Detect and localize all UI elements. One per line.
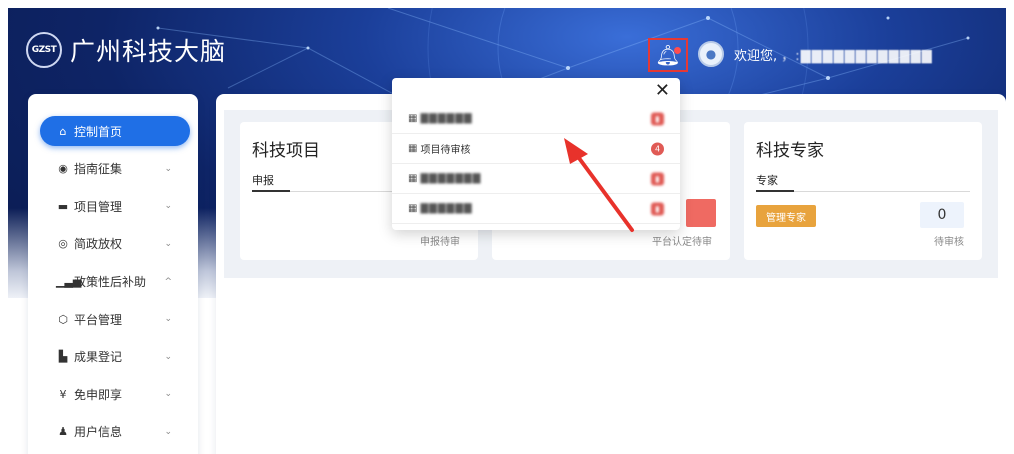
chevron-down-icon[interactable]: ⌄ xyxy=(164,389,172,399)
app-frame: GZST 广州科技大脑 🔔︎ ● 欢迎您, ，:▇▇▇▇▇▇▇▇▇▇▇▇ ⌂ 控制… xyxy=(8,8,1006,454)
yen-icon: ¥ xyxy=(59,387,67,401)
sidebar-item-3[interactable]: ◎ 简政放权 ⌄ xyxy=(28,225,198,263)
sidebar: ⌂ 控制首页 ◉ 指南征集 ⌄ ▬ 项目管理 ⌄ ◎ 简政放权 ⌄ ▁▃▅ 政策性后补助 ^ ⬡ 平台管理 ⌄ ▙… xyxy=(28,94,198,454)
notification-label: ▇▇▇▇▇▇▇ xyxy=(420,173,482,184)
chevron-down-icon[interactable]: ⌄ xyxy=(164,201,172,211)
sidebar-item-7[interactable]: ¥ 免申即享 ⌄ xyxy=(28,376,198,414)
tab-active-indicator xyxy=(756,190,794,192)
sidebar-item-label: 项目管理 xyxy=(74,199,123,214)
tab-declare[interactable]: 申报 xyxy=(252,172,274,188)
notification-badge: 4 xyxy=(651,142,664,155)
sidebar-item-5[interactable]: ⬡ 平台管理 ⌄ xyxy=(28,300,198,338)
sidebar-item-label: 指南征集 xyxy=(74,162,123,177)
welcome-prefix: 欢迎您, xyxy=(734,49,782,64)
tab-experts[interactable]: 专家 xyxy=(756,172,778,188)
close-icon[interactable]: ✕ xyxy=(655,82,670,100)
sidebar-item-6[interactable]: ▙ 成果登记 ⌄ xyxy=(28,338,198,376)
circle-icon: ◎ xyxy=(58,237,68,251)
card-tech-experts: 科技专家 专家 管理专家 0 待审核 xyxy=(744,122,982,260)
notification-dot xyxy=(674,47,681,54)
chevron-down-icon[interactable]: ⌄ xyxy=(164,314,172,324)
sidebar-item-label: 成果登记 xyxy=(74,350,123,365)
globe-icon: ◉ xyxy=(58,162,68,176)
user-avatar[interactable]: ● xyxy=(698,41,724,67)
calendar-icon: ▦ xyxy=(408,113,418,124)
sidebar-item-label: 简政放权 xyxy=(74,237,123,252)
chevron-up-icon[interactable]: ^ xyxy=(164,277,172,287)
bar-chart-icon: ▁▃▅ xyxy=(56,275,82,289)
manage-experts-button[interactable]: 管理专家 xyxy=(756,205,816,227)
sidebar-item-label: 控制首页 xyxy=(74,124,123,139)
avatar-person-icon: ● xyxy=(705,47,717,61)
sidebar-item-label: 平台管理 xyxy=(74,312,123,327)
notification-dropdown: ✕ ▦ ▇▇▇▇▇▇ ▮ ▦ 项目待审核 4 ▦ ▇▇▇▇▇▇▇ ▮ ▦ ▇▇▇… xyxy=(392,78,680,230)
notification-item[interactable]: ▦ ▇▇▇▇▇▇ ▮ xyxy=(392,104,680,134)
sidebar-item-label: 政策性后补助 xyxy=(74,275,147,290)
pending-review-label[interactable]: 待审核 xyxy=(934,233,964,248)
notification-badge: ▮ xyxy=(651,202,664,215)
brand-logo[interactable]: GZST 广州科技大脑 xyxy=(26,32,226,68)
platform-pending-label[interactable]: 平台认定待审 xyxy=(652,233,712,248)
notification-label: 项目待审核 xyxy=(420,145,471,156)
calendar-icon: ▦ xyxy=(408,203,418,214)
pending-review-label[interactable]: 申报待审 xyxy=(420,233,460,248)
calendar-icon: ▦ xyxy=(408,143,418,154)
pending-count[interactable]: 0 xyxy=(920,202,964,228)
platform-pending-count[interactable] xyxy=(686,199,716,227)
sidebar-item-8[interactable]: ♟ 用户信息 ⌄ xyxy=(28,413,198,451)
home-icon: ⌂ xyxy=(59,124,67,138)
sidebar-item-label: 用户信息 xyxy=(74,425,123,440)
sidebar-item-label: 免申即享 xyxy=(74,387,123,402)
chevron-down-icon[interactable]: ⌄ xyxy=(164,164,172,174)
sidebar-item-1[interactable]: ◉ 指南征集 ⌄ xyxy=(28,150,198,188)
notification-bell-button[interactable]: 🔔︎ xyxy=(648,38,688,72)
notification-item[interactable]: ▦ ▇▇▇▇▇▇ ▮ xyxy=(392,194,680,224)
folder-icon: ▬ xyxy=(57,199,69,213)
sidebar-item-2[interactable]: ▬ 项目管理 ⌄ xyxy=(28,188,198,226)
notification-label: ▇▇▇▇▇▇ xyxy=(420,113,473,124)
chevron-down-icon[interactable]: ⌄ xyxy=(164,239,172,249)
calendar-icon: ▦ xyxy=(408,173,418,184)
card-title: 科技专家 xyxy=(756,141,824,161)
notification-label: ▇▇▇▇▇▇ xyxy=(420,203,473,214)
sidebar-item-4[interactable]: ▁▃▅ 政策性后补助 ^ xyxy=(28,263,198,301)
welcome-text[interactable]: 欢迎您, ，:▇▇▇▇▇▇▇▇▇▇▇▇ xyxy=(734,45,933,64)
gzst-logo-icon: GZST xyxy=(26,32,62,68)
copy-icon: ▙ xyxy=(58,350,68,364)
notification-item[interactable]: ▦ 项目待审核 4 xyxy=(392,134,680,164)
user-icon: ♟ xyxy=(58,425,68,439)
card-title: 科技项目 xyxy=(252,141,320,161)
notification-badge: ▮ xyxy=(651,112,664,125)
notification-badge: ▮ xyxy=(651,172,664,185)
app-title: 广州科技大脑 xyxy=(70,37,227,66)
user-name: ，:▇▇▇▇▇▇▇▇▇▇▇▇ xyxy=(781,49,933,64)
chevron-down-icon[interactable]: ⌄ xyxy=(164,427,172,437)
notification-item[interactable]: ▦ ▇▇▇▇▇▇▇ ▮ xyxy=(392,164,680,194)
chevron-down-icon[interactable]: ⌄ xyxy=(164,352,172,362)
tab-active-indicator xyxy=(252,190,290,192)
cube-icon: ⬡ xyxy=(58,312,68,326)
sidebar-item-0[interactable]: ⌂ 控制首页 xyxy=(40,116,190,146)
